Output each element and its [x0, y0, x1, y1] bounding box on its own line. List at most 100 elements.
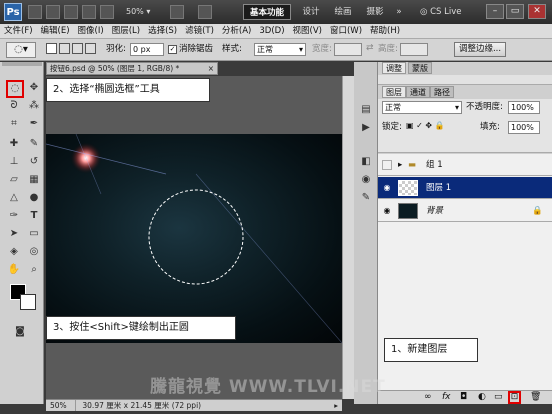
- trash-icon[interactable]: 🗑: [530, 391, 541, 404]
- background-color-swatch[interactable]: [20, 294, 36, 310]
- paths-panel-icon[interactable]: ✎: [358, 190, 374, 206]
- minimize-button[interactable]: –: [486, 4, 504, 19]
- hand-icon[interactable]: [82, 5, 96, 19]
- intersect-selection-icon[interactable]: [85, 43, 96, 54]
- maximize-button[interactable]: ▭: [506, 4, 524, 19]
- workspace-paint-button[interactable]: 绘画: [328, 4, 358, 20]
- actions-panel-icon[interactable]: ▶: [358, 120, 374, 136]
- eye-icon[interactable]: ◉: [382, 206, 392, 216]
- menu-edit[interactable]: 编辑(E): [37, 24, 74, 38]
- style-select[interactable]: 正常 ▾: [254, 43, 306, 56]
- layer-row-background[interactable]: ◉ 背景 🔒: [378, 200, 552, 222]
- path-select-tool-icon[interactable]: ➤: [6, 226, 22, 242]
- grid-icon[interactable]: [64, 5, 78, 19]
- lasso-tool-icon[interactable]: ᘐ: [6, 98, 22, 114]
- brush-tool-icon[interactable]: ✎: [26, 136, 42, 152]
- hand-tool-icon[interactable]: ✋: [6, 262, 22, 278]
- blur-tool-icon[interactable]: △: [6, 190, 22, 206]
- tab-layers[interactable]: 图层: [382, 86, 406, 98]
- workspace-basic-button[interactable]: 基本功能: [243, 4, 291, 20]
- add-selection-icon[interactable]: [59, 43, 70, 54]
- close-doc-icon[interactable]: ×: [208, 63, 217, 74]
- antialias-checkbox[interactable]: ✓: [168, 45, 177, 54]
- link-icon[interactable]: ∞: [424, 391, 432, 404]
- zoom-tool-icon[interactable]: [100, 5, 114, 19]
- ellipse-marquee-tool-icon[interactable]: ◌: [6, 80, 24, 98]
- menu-analysis[interactable]: 分析(A): [218, 24, 255, 38]
- more-workspaces-button[interactable]: »: [392, 4, 406, 20]
- feather-input[interactable]: 0 px: [130, 43, 164, 56]
- layers-panel-icon[interactable]: ◧: [358, 154, 374, 170]
- menu-3d[interactable]: 3D(D): [255, 24, 288, 38]
- lock-icons[interactable]: ▣ ✓ ✥ 🔒: [406, 121, 445, 130]
- channels-panel-icon[interactable]: ◉: [358, 172, 374, 188]
- menu-window[interactable]: 窗口(W): [326, 24, 366, 38]
- tab-masks[interactable]: 蒙版: [408, 62, 432, 74]
- tool-preset-picker[interactable]: ◌▾: [6, 42, 36, 58]
- tools-grip[interactable]: [2, 62, 42, 66]
- opacity-input[interactable]: 100%: [508, 101, 540, 114]
- screen-mode-icon[interactable]: [198, 5, 212, 19]
- workspace-design-button[interactable]: 设计: [296, 4, 326, 20]
- height-input[interactable]: [400, 43, 428, 56]
- mask-icon[interactable]: ◘: [460, 391, 467, 404]
- pen-tool-icon[interactable]: ✑: [6, 208, 22, 224]
- 3d-rotate-tool-icon[interactable]: ◈: [6, 244, 22, 260]
- layer-row-selected[interactable]: ◉ 图层 1: [378, 177, 552, 199]
- refine-edge-button[interactable]: 调整边缘...: [454, 42, 506, 57]
- quick-mask-icon[interactable]: ◙: [12, 324, 28, 340]
- crop-tool-icon[interactable]: ⌗: [6, 116, 22, 132]
- healing-brush-tool-icon[interactable]: ✚: [6, 136, 22, 152]
- history-panel-icon[interactable]: ▤: [358, 102, 374, 118]
- blend-mode-select[interactable]: 正常 ▾: [382, 101, 462, 114]
- adjustment-icon[interactable]: ◐: [478, 391, 486, 404]
- dodge-tool-icon[interactable]: ●: [26, 190, 42, 206]
- zoom-select[interactable]: 50% ▾: [126, 5, 164, 19]
- move-tool-icon[interactable]: ✥: [26, 80, 42, 96]
- menu-file[interactable]: 文件(F): [0, 24, 37, 38]
- new-selection-icon[interactable]: [46, 43, 57, 54]
- gradient-tool-icon[interactable]: ▦: [26, 172, 42, 188]
- fill-input[interactable]: 100%: [508, 121, 540, 134]
- layer-row-group[interactable]: ▸ ▬ 组 1: [378, 154, 552, 176]
- cs-live-button[interactable]: ◎ CS Live: [420, 4, 472, 20]
- close-button[interactable]: ✕: [528, 4, 546, 19]
- menu-filter[interactable]: 滤镜(T): [181, 24, 218, 38]
- mini-bridge-icon[interactable]: [46, 5, 60, 19]
- width-input[interactable]: [334, 43, 362, 56]
- tab-channels[interactable]: 通道: [406, 86, 430, 98]
- tab-adjustments[interactable]: 调整: [382, 62, 406, 74]
- vertical-scrollbar[interactable]: [342, 76, 354, 399]
- fx-icon[interactable]: fx: [442, 391, 451, 404]
- expand-arrow-icon[interactable]: ▸: [398, 154, 402, 176]
- status-zoom[interactable]: 50%: [46, 400, 76, 411]
- zoom-tool-icon-left[interactable]: ⌕: [26, 262, 42, 278]
- document-tab[interactable]: 按钮6.psd @ 50% (图层 1, RGB/8) * ×: [46, 62, 218, 75]
- elliptical-selection[interactable]: [148, 189, 244, 285]
- menu-view[interactable]: 视图(V): [289, 24, 326, 38]
- status-arrow-icon[interactable]: ▸: [334, 400, 342, 411]
- type-tool-icon[interactable]: T: [26, 208, 42, 224]
- image-canvas[interactable]: [46, 134, 342, 343]
- arrange-icon[interactable]: [170, 5, 184, 19]
- eraser-tool-icon[interactable]: ▱: [6, 172, 22, 188]
- subtract-selection-icon[interactable]: [72, 43, 83, 54]
- workspace-photo-button[interactable]: 摄影: [360, 4, 390, 20]
- swap-icon[interactable]: ⇄: [366, 43, 374, 53]
- eyedropper-tool-icon[interactable]: ✒: [26, 116, 42, 132]
- bridge-icon[interactable]: [28, 5, 42, 19]
- folder-icon[interactable]: ▭: [494, 391, 503, 404]
- eye-icon[interactable]: ◉: [382, 183, 392, 193]
- magic-wand-tool-icon[interactable]: ⁂: [26, 98, 42, 114]
- menu-layer[interactable]: 图层(L): [108, 24, 144, 38]
- shape-tool-icon[interactable]: ▭: [26, 226, 42, 242]
- new-layer-icon[interactable]: ⊡: [508, 391, 521, 404]
- tab-paths[interactable]: 路径: [430, 86, 454, 98]
- history-brush-tool-icon[interactable]: ↺: [26, 154, 42, 170]
- menu-select[interactable]: 选择(S): [144, 24, 181, 38]
- menu-image[interactable]: 图像(I): [74, 24, 108, 38]
- clone-stamp-tool-icon[interactable]: ⊥: [6, 154, 22, 170]
- 3d-orbit-tool-icon[interactable]: ◎: [26, 244, 42, 260]
- visibility-toggle[interactable]: [382, 160, 392, 170]
- menu-help[interactable]: 帮助(H): [366, 24, 404, 38]
